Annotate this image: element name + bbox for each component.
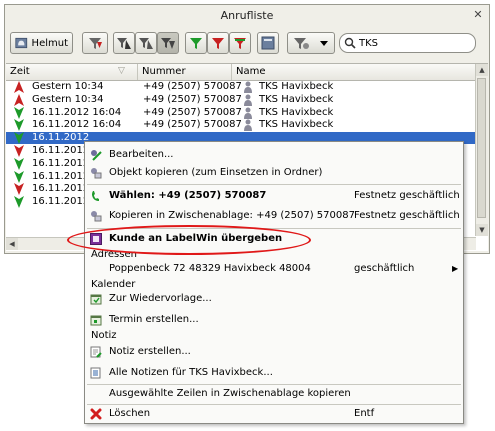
contact-icon	[244, 81, 252, 93]
cell-number: +49 (2507) 570087	[143, 106, 242, 118]
table-row[interactable]: 16.11.2012 16:04 +49 (2507) 570087 TKS Hav…	[6, 106, 476, 119]
column-name[interactable]: Name	[232, 64, 476, 80]
phone-book-button[interactable]	[257, 32, 279, 54]
phone-icon	[92, 191, 99, 201]
menu-item-address[interactable]: Poppenbeck 72 48329 Havixbeck 48004 gesc…	[85, 260, 463, 278]
table-row[interactable]: Gestern 10:34 +49 (2507) 570087 TKS Havixb…	[6, 81, 476, 93]
user-button-label: Helmut	[31, 37, 68, 49]
cell-time: 16.11.2012	[32, 196, 90, 208]
filter-outgoing-button[interactable]	[135, 32, 157, 54]
context-menu: Bearbeiten... Objekt kopieren (zum Einse…	[84, 141, 464, 424]
menu-item-copy-clipboard[interactable]: Kopieren in Zwischenablage: +49 (2507) 5…	[85, 207, 463, 225]
filter-green-icon	[190, 38, 202, 49]
notes-list-icon	[90, 367, 101, 379]
outgoing-call-icon	[14, 93, 24, 106]
copy-object-icon	[91, 168, 102, 179]
labelwin-icon	[90, 233, 102, 245]
incoming-call-icon	[14, 196, 24, 209]
contact-icon	[244, 119, 252, 132]
cell-time: 16.11.2012	[32, 183, 90, 195]
cell-time: 16.11.2012	[32, 170, 90, 182]
menu-separator	[87, 228, 461, 229]
cell-number: +49 (2507) 570087	[143, 93, 242, 105]
contact-icon	[244, 94, 252, 106]
cell-name: TKS Havixbeck	[259, 81, 334, 92]
window-title: Anrufliste	[220, 9, 274, 22]
phone-book-icon	[261, 36, 275, 50]
cell-number: +49 (2507) 570087	[143, 119, 242, 131]
cell-time: Gestern 10:34	[32, 93, 104, 105]
incoming-call-icon	[14, 119, 24, 132]
delete-icon	[90, 408, 102, 420]
filter-mixed-button[interactable]	[229, 32, 251, 54]
contact-icon	[244, 107, 252, 119]
dial-dropdown-icon	[294, 38, 328, 49]
column-number[interactable]: Nummer	[138, 64, 232, 80]
search-icon	[344, 37, 356, 49]
incoming-call-icon	[14, 145, 24, 157]
user-phone-icon	[15, 37, 28, 49]
grid-header: Zeit ▽ Nummer Name	[6, 64, 476, 81]
missed-call-filter-icon	[89, 38, 102, 49]
filter-all-button[interactable]	[113, 32, 135, 54]
cell-name: TKS Havixbeck	[259, 93, 334, 105]
user-button[interactable]: Helmut	[10, 32, 73, 54]
outgoing-call-icon	[14, 81, 24, 93]
search-input[interactable]: TKS	[339, 33, 476, 53]
calendar-followup-icon	[90, 294, 102, 305]
create-note-icon	[90, 346, 102, 358]
cell-name: TKS Havixbeck	[259, 119, 334, 131]
menu-item-all-notes[interactable]: Alle Notizen für TKS Havixbeck...	[85, 364, 463, 382]
scroll-up-icon[interactable]: ▲	[476, 64, 488, 76]
incoming-call-icon	[14, 132, 24, 145]
cell-name: TKS Havixbeck	[259, 106, 334, 118]
copy-clipboard-icon	[91, 211, 102, 222]
vertical-scrollbar[interactable]: ▲ ▼	[475, 64, 488, 236]
edit-icon	[91, 150, 102, 161]
cell-time: Gestern 10:34	[32, 81, 104, 92]
filter-incoming-button[interactable]	[157, 32, 179, 54]
column-time[interactable]: Zeit ▽	[6, 64, 138, 80]
filter-outgoing-icon	[139, 38, 153, 49]
table-row[interactable]: Gestern 10:34 +49 (2507) 570087 TKS Havixb…	[6, 93, 476, 106]
menu-item-copy-rows[interactable]: Ausgewählte Zeilen in Zwischenablage kop…	[85, 385, 463, 403]
filter-all-icon	[117, 38, 131, 49]
dial-dropdown-button[interactable]	[287, 32, 335, 54]
submenu-arrow-icon: ▶	[452, 264, 459, 273]
cell-number: +49 (2507) 570087	[143, 81, 242, 92]
incoming-call-icon	[14, 170, 24, 183]
incoming-call-icon	[14, 157, 24, 170]
menu-item-copy-object[interactable]: Objekt kopieren (zum Einsetzen in Ordner…	[85, 164, 463, 182]
cell-time: 16.11.2012 16:04	[32, 106, 122, 118]
filter-red-button[interactable]	[207, 32, 229, 54]
incoming-call-icon	[14, 106, 24, 119]
scroll-thumb[interactable]	[477, 78, 486, 218]
cell-time: 16.11.2012	[32, 145, 90, 156]
scroll-down-icon[interactable]: ▼	[476, 224, 488, 236]
filter-mixed-icon	[234, 38, 246, 49]
cell-time: 16.11.2012 16:04	[32, 119, 122, 131]
scroll-left-icon[interactable]: ◀	[6, 238, 18, 250]
filter-red-icon	[212, 38, 224, 49]
calendar-appointment-icon	[90, 315, 102, 326]
menu-item-appointment[interactable]: Termin erstellen...	[85, 311, 463, 329]
cell-time: 16.11.2012	[32, 132, 90, 144]
menu-separator	[87, 184, 461, 185]
section-note: Notiz	[91, 330, 117, 341]
menu-item-labelwin[interactable]: Kunde an LabelWin übergeben	[85, 230, 463, 248]
filter-green-button[interactable]	[185, 32, 207, 54]
menu-item-dial[interactable]: Wählen: +49 (2507) 570087 Festnetz gesch…	[85, 187, 463, 205]
menu-item-edit[interactable]: Bearbeiten...	[85, 146, 463, 164]
menu-item-create-note[interactable]: Notiz erstellen...	[85, 343, 463, 361]
incoming-call-icon	[14, 183, 24, 196]
menu-item-delete[interactable]: Löschen Entf	[85, 405, 463, 423]
search-value: TKS	[359, 37, 379, 49]
table-row[interactable]: 16.11.2012 16:04 +49 (2507) 570087 TKS Hav…	[6, 119, 476, 132]
menu-item-followup[interactable]: Zur Wiedervorlage...	[85, 290, 463, 308]
close-icon[interactable]: ✕	[471, 8, 485, 22]
missed-call-filter-button[interactable]	[82, 32, 108, 54]
cell-time: 16.11.2012	[32, 157, 90, 169]
filter-incoming-icon	[161, 38, 175, 49]
